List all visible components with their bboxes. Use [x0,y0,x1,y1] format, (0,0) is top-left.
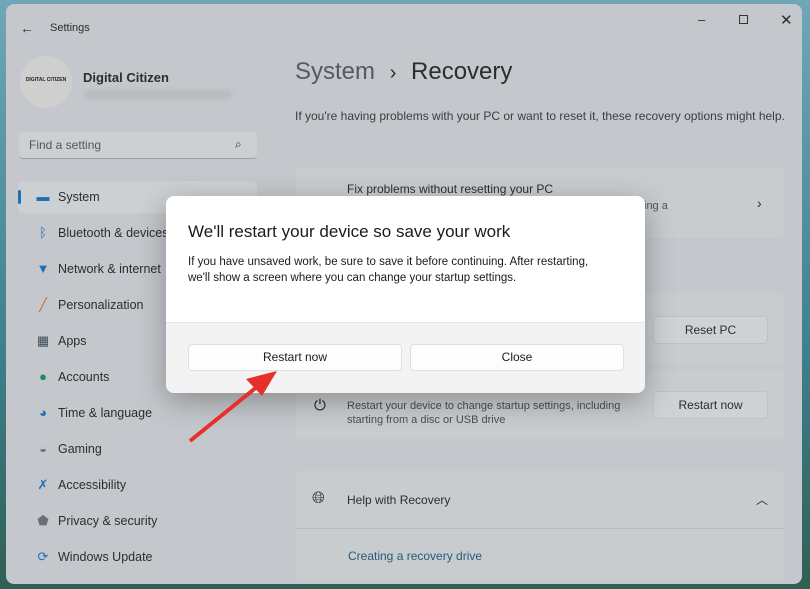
annotation-arrow [188,371,277,443]
arrow-shaft [188,384,260,443]
